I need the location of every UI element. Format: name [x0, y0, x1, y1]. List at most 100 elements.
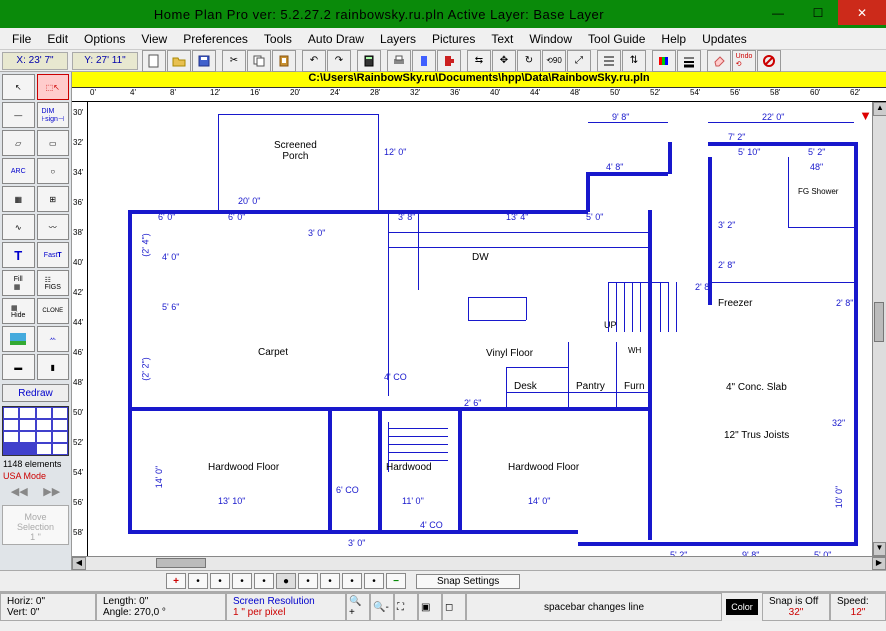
flip-v-icon[interactable]: ⇅ [622, 50, 646, 72]
snap-minus-icon[interactable]: − [386, 573, 406, 589]
arrow-down-icon[interactable]: ▼ [859, 108, 872, 123]
snap-dot-2[interactable]: • [210, 573, 230, 589]
tool-dim[interactable]: DIM⊦sign⊣ [37, 102, 70, 128]
tool-window[interactable]: ▦ [2, 186, 35, 212]
menu-tools[interactable]: Tools [256, 30, 300, 48]
snap-dot-6[interactable]: • [298, 573, 318, 589]
redo-icon[interactable]: ↷ [327, 50, 351, 72]
lines-icon[interactable] [677, 50, 701, 72]
zoom-in-icon[interactable]: 🔍+ [346, 593, 370, 621]
left-toolbox: ↖ ⬚↖ — DIM⊦sign⊣ ▱ ▭ ARC ○ ▦ ⊞ ∿ 〰 T Fas… [0, 72, 72, 570]
tool-fill[interactable]: Fill▦ [2, 270, 35, 296]
drawing-wrap: 30'32'34'36'38'40'42'44'46'48'50'52'54'5… [72, 102, 886, 556]
rotate90-icon[interactable]: ⟲90 [542, 50, 566, 72]
maximize-button[interactable]: ☐ [798, 0, 838, 25]
tool-arc[interactable]: ARC [2, 158, 35, 184]
move-selection-button[interactable]: Move Selection 1 " [2, 505, 69, 545]
zoom-sel-icon[interactable]: ▣ [418, 593, 442, 621]
save-icon[interactable] [192, 50, 216, 72]
close-button[interactable]: ✕ [838, 0, 886, 25]
move-icon[interactable]: ✥ [492, 50, 516, 72]
snap-dot-7[interactable]: • [320, 573, 340, 589]
menu-updates[interactable]: Updates [694, 30, 755, 48]
menu-preferences[interactable]: Preferences [175, 30, 256, 48]
tool-window2[interactable]: ⊞ [37, 186, 70, 212]
status-length-angle: Length: 0" Angle: 270,0 ° [96, 593, 226, 621]
menu-options[interactable]: Options [76, 30, 133, 48]
menu-file[interactable]: File [4, 30, 39, 48]
scale-icon[interactable]: ⤢ [567, 50, 591, 72]
menu-tool-guide[interactable]: Tool Guide [580, 30, 653, 48]
snap-dot-4[interactable]: • [254, 573, 274, 589]
menu-help[interactable]: Help [653, 30, 694, 48]
snap-dot-9[interactable]: • [364, 573, 384, 589]
color-swatch[interactable]: Color [726, 599, 758, 615]
tool-clone[interactable]: CLONE [37, 298, 70, 324]
tool-wave[interactable]: 〰 [37, 214, 70, 240]
menubar: FileEditOptionsViewPreferencesToolsAuto … [0, 28, 886, 50]
eraser-icon[interactable] [707, 50, 731, 72]
snap-dot-8[interactable]: • [342, 573, 362, 589]
rotate-icon[interactable]: ↻ [517, 50, 541, 72]
cut-icon[interactable]: ✂ [222, 50, 246, 72]
door-icon[interactable] [412, 50, 436, 72]
undo2-icon[interactable]: Undo⟲ [732, 50, 756, 72]
tool-circle[interactable]: ○ [37, 158, 70, 184]
menu-view[interactable]: View [133, 30, 175, 48]
copy-icon[interactable] [247, 50, 271, 72]
menu-edit[interactable]: Edit [39, 30, 76, 48]
snap-dot-3[interactable]: • [232, 573, 252, 589]
open-icon[interactable] [167, 50, 191, 72]
toolbar-buttons: ✂ ↶ ↷ ⇆ ✥ ↻ ⟲90 ⤢ ⇅ Undo⟲ [140, 50, 783, 72]
undo-icon[interactable]: ↶ [302, 50, 326, 72]
ruler-horizontal: 0'4'8'12'16'20'24'28'32'36'40'44'48'50'5… [72, 88, 886, 102]
snap-settings-button[interactable]: Snap Settings [416, 574, 520, 589]
exit-icon[interactable] [437, 50, 461, 72]
calc-icon[interactable] [357, 50, 381, 72]
snap-plus-icon[interactable]: + [166, 573, 186, 589]
menu-pictures[interactable]: Pictures [424, 30, 483, 48]
grid-preview[interactable] [2, 406, 69, 456]
tool-figs[interactable]: ☷FIGS [37, 270, 70, 296]
tool-text[interactable]: T [2, 242, 35, 268]
redraw-button[interactable]: Redraw [2, 384, 69, 402]
scrollbar-h[interactable]: ◀ ▶ [72, 556, 886, 570]
tool-curve[interactable]: ∿ [2, 214, 35, 240]
tool-hide[interactable]: ▦Hide [2, 298, 35, 324]
menu-window[interactable]: Window [521, 30, 580, 48]
zoom-win-icon[interactable]: ◻ [442, 593, 466, 621]
zoom-out-icon[interactable]: 🔍- [370, 593, 394, 621]
menu-text[interactable]: Text [483, 30, 521, 48]
print-icon[interactable] [387, 50, 411, 72]
nav-right-icon[interactable]: ▶▶ [43, 485, 60, 498]
status-snap[interactable]: Snap is Off 32" [762, 593, 830, 621]
no-icon[interactable] [757, 50, 781, 72]
paste-icon[interactable] [272, 50, 296, 72]
tool-image[interactable] [2, 326, 35, 352]
scrollbar-v[interactable]: ▲ ▼ [872, 102, 886, 556]
menu-layers[interactable]: Layers [372, 30, 424, 48]
tool-fasttext[interactable]: FastT [37, 242, 70, 268]
status-horiz-vert: Horiz: 0" Vert: 0" [0, 593, 96, 621]
zoom-fit-icon[interactable]: ⛶ [394, 593, 418, 621]
flip-h-icon[interactable]: ⇆ [467, 50, 491, 72]
snap-dot-1[interactable]: • [188, 573, 208, 589]
tool-line[interactable]: — [2, 102, 35, 128]
body: ↖ ⬚↖ — DIM⊦sign⊣ ▱ ▭ ARC ○ ▦ ⊞ ∿ 〰 T Fas… [0, 72, 886, 570]
align-icon[interactable] [597, 50, 621, 72]
tool-pointer[interactable]: ↖ [2, 74, 35, 100]
nav-left-icon[interactable]: ◀◀ [11, 485, 28, 498]
new-icon[interactable] [142, 50, 166, 72]
drawing-canvas[interactable]: Screened Porch 12' 0" 9' 8" 22' 0" 7' 2"… [88, 102, 872, 556]
tool-vrule[interactable]: ▮ [37, 354, 70, 380]
colors-icon[interactable] [652, 50, 676, 72]
menu-auto-draw[interactable]: Auto Draw [300, 30, 372, 48]
tool-select[interactable]: ⬚↖ [37, 74, 70, 100]
tool-rect[interactable]: ▭ [37, 130, 70, 156]
tool-hrule[interactable]: ▬ [2, 354, 35, 380]
status-speed: Speed: 12" [830, 593, 886, 621]
tool-poly[interactable]: ▱ [2, 130, 35, 156]
tool-spline[interactable]: ꕀ [37, 326, 70, 352]
snap-dot-5[interactable]: ● [276, 573, 296, 589]
minimize-button[interactable]: — [758, 0, 798, 25]
